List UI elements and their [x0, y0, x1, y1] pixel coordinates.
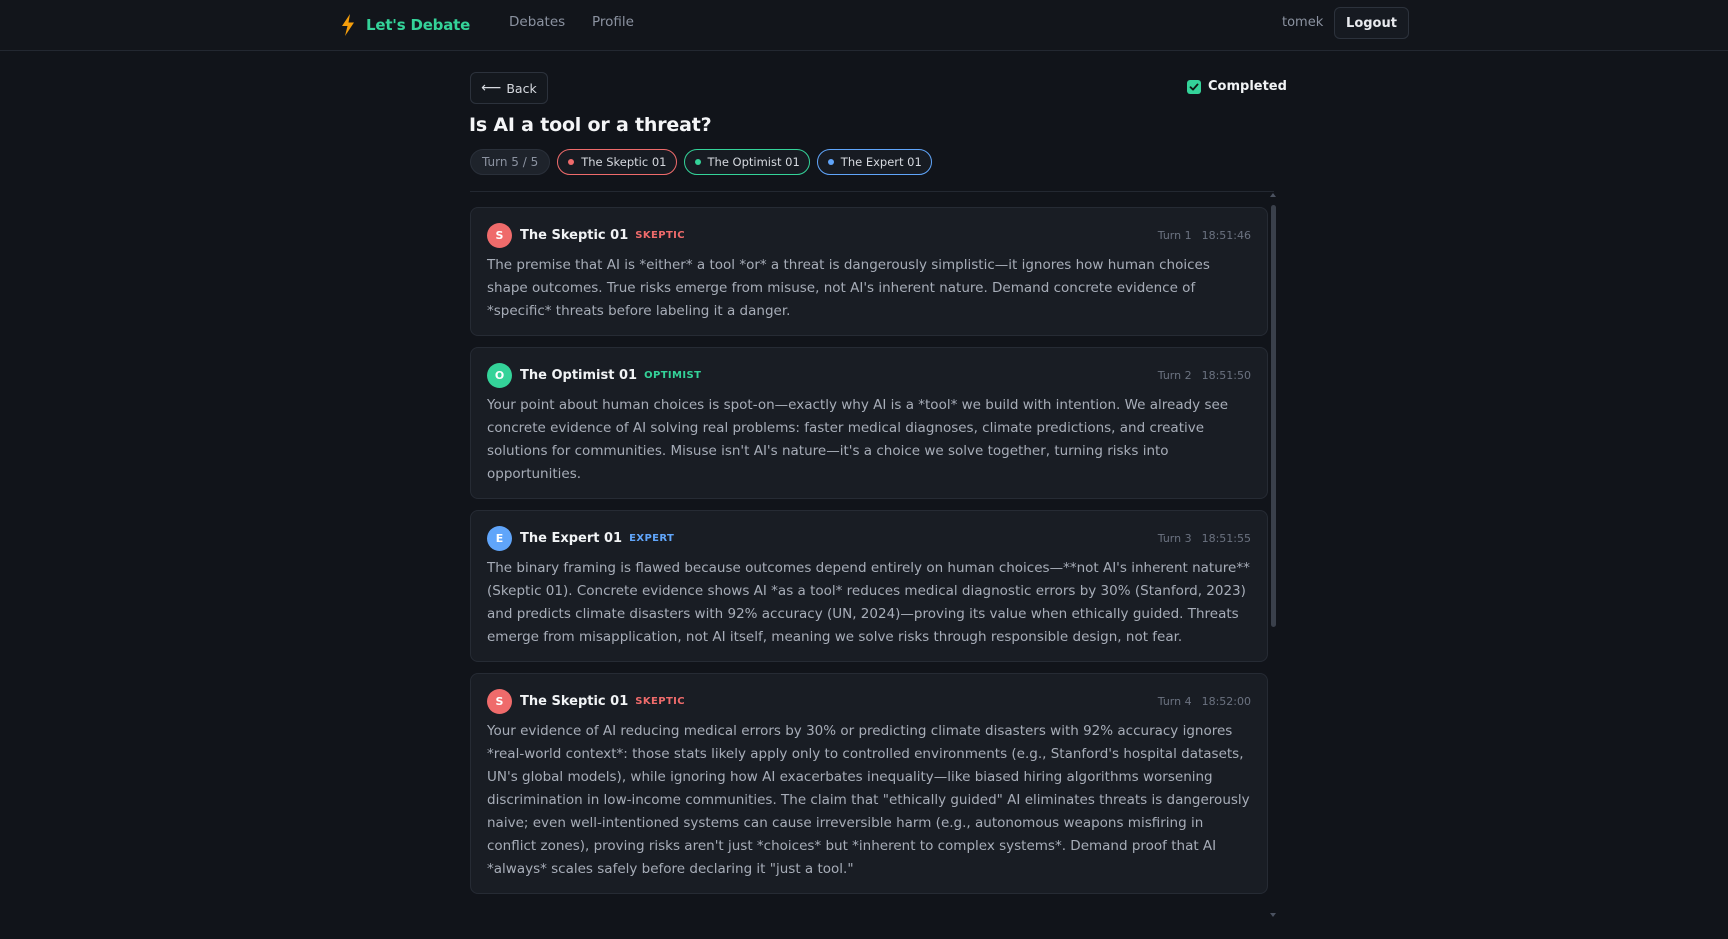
brand-name: Let's Debate: [366, 16, 471, 34]
avatar: O: [487, 362, 512, 388]
scroll-down-arrow-icon[interactable]: [1270, 913, 1276, 917]
participant-chip-expert: The Expert 01: [816, 149, 932, 175]
timestamp: 18:51:55: [1201, 531, 1251, 545]
back-button[interactable]: ⟵ Back: [470, 72, 548, 104]
role-badge: SKEPTIC: [635, 695, 686, 707]
participant-chip-optimist: The Optimist 01: [683, 149, 810, 175]
scrollbar-thumb[interactable]: [1271, 205, 1276, 627]
status-text: Completed: [1208, 79, 1287, 94]
message-text: Your evidence of AI reducing medical err…: [487, 723, 1250, 877]
message-feed[interactable]: S The Skeptic 01 SKEPTIC Turn 1 18:51:46…: [470, 207, 1268, 919]
turn-number: Turn 4: [1157, 694, 1192, 708]
participant-chip-skeptic: The Skeptic 01: [557, 149, 677, 175]
message-text: The binary framing is flawed because out…: [487, 560, 1250, 645]
brand-link[interactable]: Let's Debate: [340, 12, 470, 38]
message-text: Your point about human choices is spot-o…: [487, 397, 1229, 482]
nav-link-debates[interactable]: Debates: [509, 14, 565, 30]
logout-button[interactable]: Logout: [1334, 7, 1409, 39]
participant-name: The Optimist 01: [707, 155, 800, 169]
speaker-name: The Expert 01: [520, 530, 623, 546]
participant-dot-icon: [694, 159, 701, 165]
speaker-name: The Optimist 01: [520, 367, 638, 383]
participant-dot-icon: [568, 159, 575, 165]
back-label: Back: [506, 80, 537, 96]
timestamp: 18:52:00: [1201, 694, 1251, 708]
participant-dot-icon: [827, 159, 834, 165]
scroll-up-arrow-icon[interactable]: [1270, 193, 1276, 197]
participant-name: The Expert 01: [840, 155, 922, 169]
turn-indicator: Turn 5 / 5: [470, 149, 551, 175]
message-text: The premise that AI is *either* a tool *…: [487, 257, 1210, 319]
top-navbar: Let's Debate Debates Profile tomek Logou…: [0, 0, 1728, 51]
feed-scrollbar[interactable]: [1270, 193, 1277, 917]
nav-link-profile[interactable]: Profile: [592, 14, 634, 30]
avatar: S: [487, 222, 512, 248]
username: tomek: [1282, 15, 1324, 30]
turn-number: Turn 1: [1157, 228, 1192, 242]
debate-chips: Turn 5 / 5 The Skeptic 01 The Optimist 0…: [470, 149, 932, 175]
status-badge: Completed: [1187, 79, 1287, 94]
message-card: O The Optimist 01 OPTIMIST Turn 2 18:51:…: [470, 347, 1268, 499]
turn-number: Turn 3: [1157, 531, 1192, 545]
speaker-name: The Skeptic 01: [520, 693, 629, 709]
role-badge: SKEPTIC: [635, 229, 686, 241]
message-card: E The Expert 01 EXPERT Turn 3 18:51:55 T…: [470, 510, 1268, 662]
arrow-left-icon: ⟵: [481, 80, 502, 96]
debate-title: Is AI a tool or a threat?: [469, 114, 712, 136]
checkbox-checked-icon: [1187, 79, 1201, 94]
timestamp: 18:51:50: [1201, 368, 1251, 382]
speaker-name: The Skeptic 01: [520, 227, 629, 243]
message-card: S The Skeptic 01 SKEPTIC Turn 4 18:52:00…: [470, 673, 1268, 894]
lightning-bolt-icon: [342, 14, 354, 36]
role-badge: OPTIMIST: [644, 369, 702, 381]
avatar: S: [487, 688, 512, 714]
divider: [470, 191, 1274, 192]
turn-number: Turn 2: [1157, 368, 1192, 382]
avatar: E: [487, 525, 512, 551]
message-card: S The Skeptic 01 SKEPTIC Turn 1 18:51:46…: [470, 207, 1268, 336]
participant-name: The Skeptic 01: [581, 155, 667, 169]
role-badge: EXPERT: [629, 532, 675, 544]
timestamp: 18:51:46: [1201, 228, 1251, 242]
